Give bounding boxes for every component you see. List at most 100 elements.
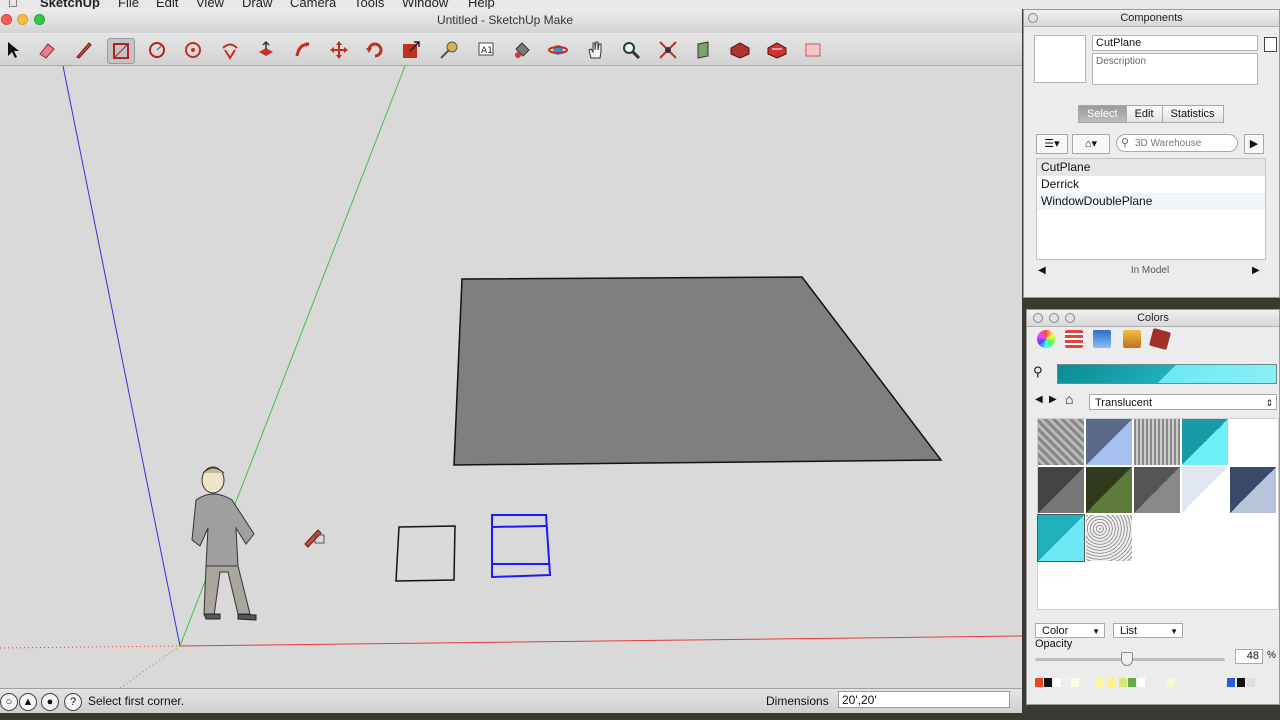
extension-warehouse-icon[interactable] [800,38,826,62]
swatch[interactable] [1086,515,1132,561]
push-pull-tool-icon[interactable] [253,38,279,62]
crayon[interactable] [1053,678,1061,687]
warehouse-icon[interactable] [727,38,753,62]
swatch-selected[interactable] [1037,514,1085,562]
crayon[interactable] [1035,678,1043,687]
colors-zoom-icon[interactable] [1065,313,1075,323]
text-tool-icon[interactable]: A1 [473,38,499,62]
large-face[interactable] [453,276,943,466]
arc-tool-icon[interactable] [180,38,206,62]
crayon[interactable] [1227,678,1235,687]
menu-edit[interactable]: Edit [156,0,178,9]
orbit-tool-icon[interactable] [545,38,571,62]
warehouse-search-input[interactable]: 3D Warehouse [1116,134,1238,152]
current-color-well[interactable] [1057,364,1277,384]
pan-tool-icon[interactable] [582,38,608,62]
search-go-icon[interactable]: ▶ [1244,134,1264,154]
3d-viewport[interactable] [0,66,1022,688]
circle-tool-icon[interactable] [144,38,170,62]
eraser-tool-icon[interactable] [34,38,60,62]
crayon[interactable] [1167,678,1175,687]
forward-arrow-icon[interactable]: ▶ [1049,394,1057,405]
image-palettes-icon[interactable] [1123,330,1141,348]
swatch[interactable] [1038,467,1084,513]
pencil-tool-icon[interactable] [71,38,97,62]
menu-camera[interactable]: Camera [290,0,336,9]
swatch[interactable] [1182,467,1228,513]
swatch[interactable] [1230,467,1276,513]
apple-icon[interactable]:  [8,0,18,9]
help-icon[interactable]: ? [64,693,82,711]
list-item[interactable]: CutPlane [1037,159,1265,176]
color-mode-select[interactable]: Color ▼ [1035,623,1105,638]
crayon[interactable] [1071,678,1079,687]
crayon[interactable] [1247,678,1255,687]
follow-me-tool-icon[interactable] [290,38,316,62]
dimensions-input[interactable]: 20',20' [838,691,1010,708]
details-toggle-icon[interactable] [1264,37,1277,52]
zoom-tool-icon[interactable] [618,38,644,62]
tab-select[interactable]: Select [1078,105,1127,123]
component-name-field[interactable]: CutPlane [1092,35,1258,51]
material-set-select[interactable]: Translucent ⇕ [1089,394,1277,410]
crayons-icon[interactable] [1148,327,1172,351]
menu-app[interactable]: SketchUp [40,0,100,9]
swatch[interactable] [1134,467,1180,513]
magnifier-icon[interactable]: ⚲ [1033,364,1043,380]
crayon[interactable] [1237,678,1245,687]
share-model-icon[interactable] [764,38,790,62]
list-item[interactable]: WindowDoublePlane [1037,193,1265,210]
tape-measure-tool-icon[interactable] [436,38,462,62]
menu-view[interactable]: View [196,0,224,9]
person-figure[interactable] [191,466,257,621]
list-item[interactable]: Derrick [1037,176,1265,193]
color-wheel-icon[interactable] [1037,330,1055,348]
crayon[interactable] [1095,678,1103,687]
crayon[interactable] [1107,678,1115,687]
crayon[interactable] [1062,678,1070,687]
menu-window[interactable]: Window [402,0,448,9]
polygon-tool-icon[interactable] [217,38,243,62]
home-icon[interactable]: ⌂ [1065,391,1073,407]
menu-help[interactable]: Help [468,0,495,9]
forward-arrow-icon[interactable]: ▶ [1252,265,1260,276]
swatch[interactable] [1038,419,1084,465]
color-palettes-icon[interactable] [1093,330,1111,348]
view-mode-select[interactable]: List ▼ [1113,623,1183,638]
zoom-extents-tool-icon[interactable] [655,38,681,62]
swatch[interactable] [1086,467,1132,513]
select-tool-icon[interactable] [0,38,26,62]
rotate-tool-icon[interactable] [362,38,388,62]
tab-statistics[interactable]: Statistics [1161,105,1224,123]
crayon[interactable] [1044,678,1052,687]
credits-icon[interactable]: ▲ [19,693,37,711]
section-plane-tool-icon[interactable] [691,38,717,62]
components-close-icon[interactable] [1028,13,1038,23]
crayon[interactable] [1137,678,1145,687]
opacity-input[interactable]: 48 [1235,649,1263,664]
tab-edit[interactable]: Edit [1125,105,1163,123]
crayon[interactable] [1128,678,1136,687]
opacity-slider-knob[interactable] [1121,652,1134,666]
back-arrow-icon[interactable]: ◀ [1035,394,1043,405]
view-options-icon[interactable]: ☰▾ [1036,134,1068,154]
menu-tools[interactable]: Tools [354,0,384,9]
swatch[interactable] [1182,419,1228,465]
colors-close-icon[interactable] [1033,313,1043,323]
move-tool-icon[interactable] [326,38,352,62]
swatch[interactable] [1086,419,1132,465]
user-icon[interactable]: ● [41,693,59,711]
scale-tool-icon[interactable] [398,38,424,62]
geo-location-icon[interactable]: ○ [0,693,18,711]
swatch[interactable] [1134,419,1180,465]
menu-draw[interactable]: Draw [242,0,272,9]
selected-component[interactable] [491,514,552,579]
paint-bucket-tool-icon[interactable] [509,38,535,62]
menu-file[interactable]: File [118,0,139,9]
component-description-field[interactable]: Description [1092,53,1258,85]
home-icon[interactable]: ⌂▾ [1072,134,1110,154]
colors-minimize-icon[interactable] [1049,313,1059,323]
rectangle-tool-icon[interactable] [107,38,135,64]
small-rectangle[interactable] [395,525,456,582]
color-sliders-icon[interactable] [1065,330,1083,348]
